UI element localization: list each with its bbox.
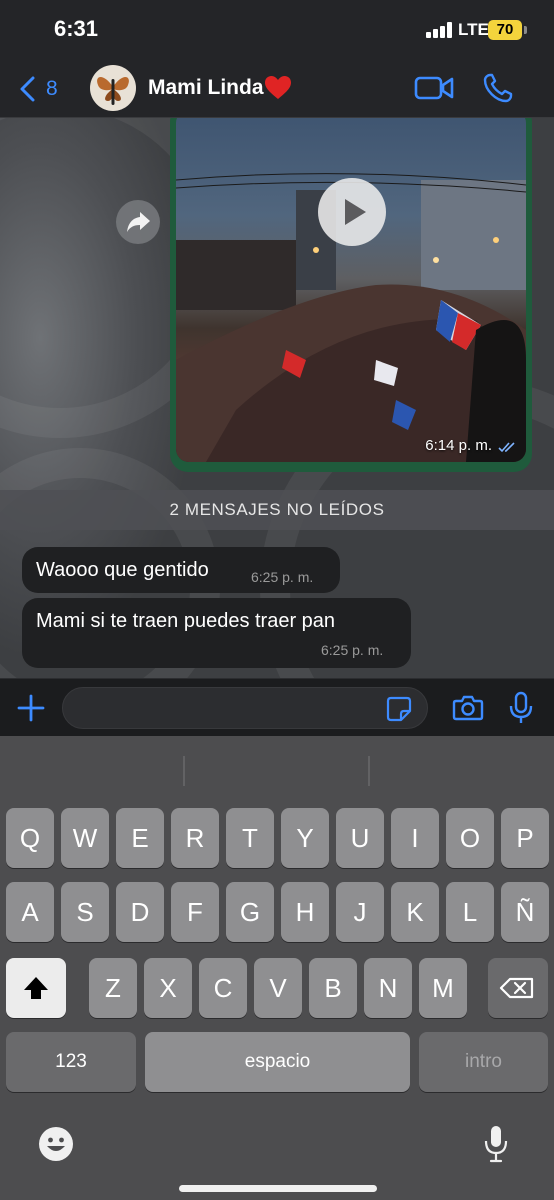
emoji-icon[interactable] <box>38 1126 74 1162</box>
key-c[interactable]: C <box>199 958 247 1018</box>
message-time: 6:25 p. m. <box>321 642 384 658</box>
key-y[interactable]: Y <box>281 808 329 868</box>
phone-call-icon[interactable] <box>482 72 514 104</box>
microphone-icon[interactable] <box>508 691 534 725</box>
back-chevron-icon[interactable] <box>18 76 38 102</box>
suggestion-divider <box>368 756 370 786</box>
battery-icon: 70 <box>488 20 522 40</box>
key-n-tilde[interactable]: Ñ <box>501 882 549 942</box>
key-o[interactable]: O <box>446 808 494 868</box>
shift-key[interactable] <box>6 958 66 1018</box>
message-text: Waooo que gentido <box>36 559 209 581</box>
unread-chats-count[interactable]: 8 <box>46 77 58 101</box>
read-receipt-icon <box>498 442 515 453</box>
network-type: LTE <box>458 20 489 39</box>
plus-icon[interactable] <box>16 693 46 723</box>
key-z[interactable]: Z <box>89 958 137 1018</box>
shift-icon <box>24 977 48 999</box>
backspace-icon <box>499 977 534 999</box>
key-v[interactable]: V <box>254 958 302 1018</box>
key-w[interactable]: W <box>61 808 109 868</box>
key-g[interactable]: G <box>226 882 274 942</box>
chat-header: 8 Mami Linda <box>0 58 554 118</box>
key-x[interactable]: X <box>144 958 192 1018</box>
incoming-message[interactable]: Waooo que gentido 6:25 p. m. <box>22 547 340 593</box>
heart-icon <box>265 76 291 99</box>
key-h[interactable]: H <box>281 882 329 942</box>
key-p[interactable]: P <box>501 808 549 868</box>
key-l[interactable]: L <box>446 882 494 942</box>
play-icon <box>345 199 366 225</box>
status-bar: 6:31 LTE 70 <box>0 0 554 58</box>
sticker-icon[interactable] <box>386 696 412 722</box>
contact-name[interactable]: Mami Linda <box>148 76 264 100</box>
message-time: 6:25 p. m. <box>251 569 314 585</box>
key-k[interactable]: K <box>391 882 439 942</box>
video-call-icon[interactable] <box>414 75 454 101</box>
cellular-signal-icon <box>426 22 454 38</box>
forward-icon <box>127 212 150 232</box>
delete-key[interactable] <box>488 958 548 1018</box>
numbers-key[interactable]: 123 <box>6 1032 136 1092</box>
chat-area[interactable]: 6:14 p. m. 2 MENSAJES NO LEÍDOS Waooo qu… <box>0 118 554 678</box>
battery-cap <box>524 26 527 34</box>
home-indicator <box>179 1185 377 1192</box>
key-a[interactable]: A <box>6 882 54 942</box>
dictation-microphone-icon[interactable] <box>484 1124 508 1164</box>
key-s[interactable]: S <box>61 882 109 942</box>
avatar[interactable] <box>90 65 136 111</box>
butterfly-avatar-icon <box>97 77 129 105</box>
key-q[interactable]: Q <box>6 808 54 868</box>
message-text: Mami si te traen puedes traer pan <box>36 610 336 632</box>
key-u[interactable]: U <box>336 808 384 868</box>
video-message-bubble[interactable]: 6:14 p. m. <box>170 118 532 472</box>
status-time: 6:31 <box>54 16 99 41</box>
key-j[interactable]: J <box>336 882 384 942</box>
key-e[interactable]: E <box>116 808 164 868</box>
video-message-time: 6:14 p. m. <box>425 437 492 454</box>
incoming-message[interactable]: Mami si te traen puedes traer pan 6:25 p… <box>22 598 411 668</box>
play-button[interactable] <box>318 178 386 246</box>
key-m[interactable]: M <box>419 958 467 1018</box>
video-thumbnail[interactable]: 6:14 p. m. <box>176 118 526 462</box>
space-key[interactable]: espacio <box>145 1032 410 1092</box>
message-input[interactable] <box>62 687 428 729</box>
key-i[interactable]: I <box>391 808 439 868</box>
key-d[interactable]: D <box>116 882 164 942</box>
key-n[interactable]: N <box>364 958 412 1018</box>
suggestion-divider <box>183 756 185 786</box>
return-key[interactable]: intro <box>419 1032 548 1092</box>
message-input-bar <box>0 678 554 736</box>
key-f[interactable]: F <box>171 882 219 942</box>
unread-messages-divider: 2 MENSAJES NO LEÍDOS <box>0 490 554 530</box>
key-t[interactable]: T <box>226 808 274 868</box>
key-b[interactable]: B <box>309 958 357 1018</box>
keyboard: Q W E R T Y U I O P A S D F G H J K L Ñ … <box>0 736 554 1200</box>
crowd-scene-image <box>176 173 526 462</box>
camera-icon[interactable] <box>452 693 484 723</box>
key-r[interactable]: R <box>171 808 219 868</box>
forward-button[interactable] <box>116 200 160 244</box>
